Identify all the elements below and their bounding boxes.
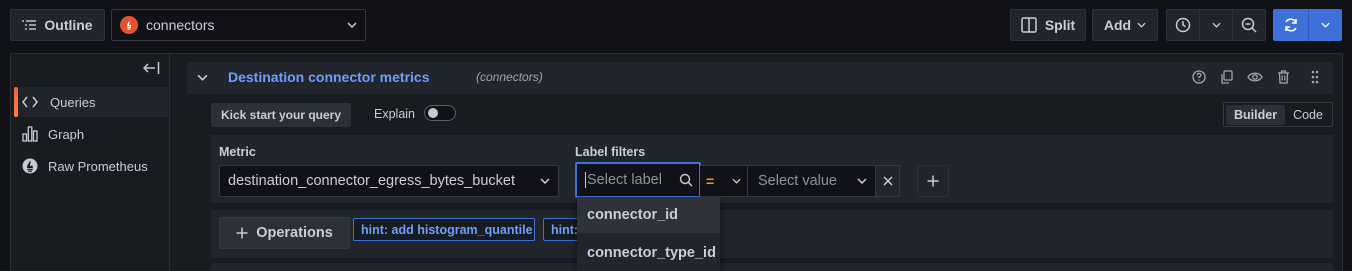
remove-filter-button[interactable] bbox=[875, 165, 900, 197]
code-icon bbox=[22, 96, 38, 108]
prometheus-icon bbox=[22, 158, 38, 174]
next-section-strip bbox=[211, 263, 1333, 271]
trash-icon[interactable] bbox=[1277, 70, 1290, 84]
operator-select[interactable]: = bbox=[700, 165, 748, 197]
zoom-out-button[interactable] bbox=[1233, 10, 1265, 40]
sidebar-item-label: Graph bbox=[48, 126, 85, 142]
query-datasource-name: (connectors) bbox=[476, 70, 543, 84]
collapse-sidebar-icon[interactable] bbox=[143, 61, 160, 75]
drag-handle-icon[interactable] bbox=[1311, 70, 1319, 84]
split-label: Split bbox=[1044, 17, 1076, 33]
copy-icon[interactable] bbox=[1220, 70, 1234, 84]
chevron-down-icon bbox=[1321, 22, 1330, 28]
label-select-input[interactable]: Select label bbox=[575, 162, 701, 198]
sidebar-item-label: Queries bbox=[50, 94, 96, 110]
metric-select[interactable]: destination_connector_egress_bytes_bucke… bbox=[219, 165, 559, 197]
chevron-down-icon bbox=[347, 22, 357, 28]
bar-chart-icon bbox=[22, 126, 38, 142]
clock-icon bbox=[1175, 17, 1191, 33]
time-range-dropdown[interactable] bbox=[1200, 10, 1233, 40]
dropdown-option[interactable]: connector_type_id bbox=[577, 235, 720, 271]
eye-icon[interactable] bbox=[1247, 70, 1263, 84]
datasource-picker[interactable]: connectors bbox=[111, 9, 366, 41]
run-query-button[interactable] bbox=[1273, 9, 1309, 41]
outline-label: Outline bbox=[44, 17, 93, 33]
close-icon bbox=[882, 176, 893, 186]
explain-toggle[interactable] bbox=[424, 105, 456, 121]
query-title[interactable]: Destination connector metrics bbox=[228, 69, 430, 85]
explain-label: Explain bbox=[374, 107, 415, 121]
outline-button[interactable]: Outline bbox=[10, 9, 105, 41]
metric-value: destination_connector_egress_bytes_bucke… bbox=[228, 173, 515, 189]
builder-mode-button[interactable]: Builder bbox=[1226, 104, 1286, 125]
split-button[interactable]: Split bbox=[1010, 9, 1086, 41]
search-icon bbox=[679, 173, 693, 187]
prometheus-icon bbox=[120, 16, 138, 34]
sidebar-item-queries[interactable]: Queries bbox=[14, 87, 168, 117]
kick-start-query-button[interactable]: Kick start your query bbox=[211, 103, 351, 127]
refresh-interval-dropdown[interactable] bbox=[1309, 9, 1342, 41]
hint-button[interactable]: hint: add histogram_quantile bbox=[353, 218, 535, 241]
chevron-down-icon bbox=[540, 178, 550, 184]
value-select-placeholder: Select value bbox=[758, 173, 837, 189]
operator-value: = bbox=[706, 173, 715, 189]
metric-label: Metric bbox=[219, 145, 256, 159]
time-controls bbox=[1166, 9, 1266, 41]
columns-icon bbox=[1021, 17, 1037, 33]
dropdown-option[interactable]: connector_id bbox=[577, 197, 720, 233]
run-query-controls bbox=[1273, 9, 1342, 41]
list-icon bbox=[22, 19, 37, 31]
operations-label: Operations bbox=[256, 225, 333, 241]
add-label: Add bbox=[1103, 17, 1132, 33]
label-options-dropdown: connector_id connector_type_id bbox=[577, 197, 720, 271]
add-filter-button[interactable] bbox=[917, 165, 949, 197]
value-select[interactable]: Select value bbox=[748, 165, 876, 197]
chevron-down-icon bbox=[857, 178, 867, 184]
help-icon[interactable] bbox=[1192, 70, 1206, 84]
code-mode-button[interactable]: Code bbox=[1289, 105, 1327, 125]
datasource-name: connectors bbox=[146, 17, 215, 33]
chevron-down-icon bbox=[732, 178, 741, 184]
plus-icon bbox=[236, 227, 248, 239]
operations-button[interactable]: Operations bbox=[219, 217, 350, 249]
chevron-down-icon[interactable] bbox=[197, 74, 208, 81]
label-select-placeholder: Select label bbox=[585, 172, 662, 188]
sidebar-item-raw-prometheus[interactable]: Raw Prometheus bbox=[14, 151, 168, 181]
sidebar-item-graph[interactable]: Graph bbox=[14, 119, 168, 149]
chevron-down-icon bbox=[1137, 22, 1146, 28]
add-button[interactable]: Add bbox=[1092, 9, 1158, 41]
refresh-icon bbox=[1283, 17, 1299, 33]
sidebar-item-label: Raw Prometheus bbox=[48, 158, 148, 174]
chevron-down-icon bbox=[1211, 22, 1221, 28]
label-filters-label: Label filters bbox=[575, 145, 646, 159]
plus-icon bbox=[927, 175, 939, 187]
editor-mode-toggle: Builder Code bbox=[1223, 102, 1333, 127]
time-picker-button[interactable] bbox=[1167, 10, 1200, 40]
zoom-out-icon bbox=[1241, 17, 1257, 33]
